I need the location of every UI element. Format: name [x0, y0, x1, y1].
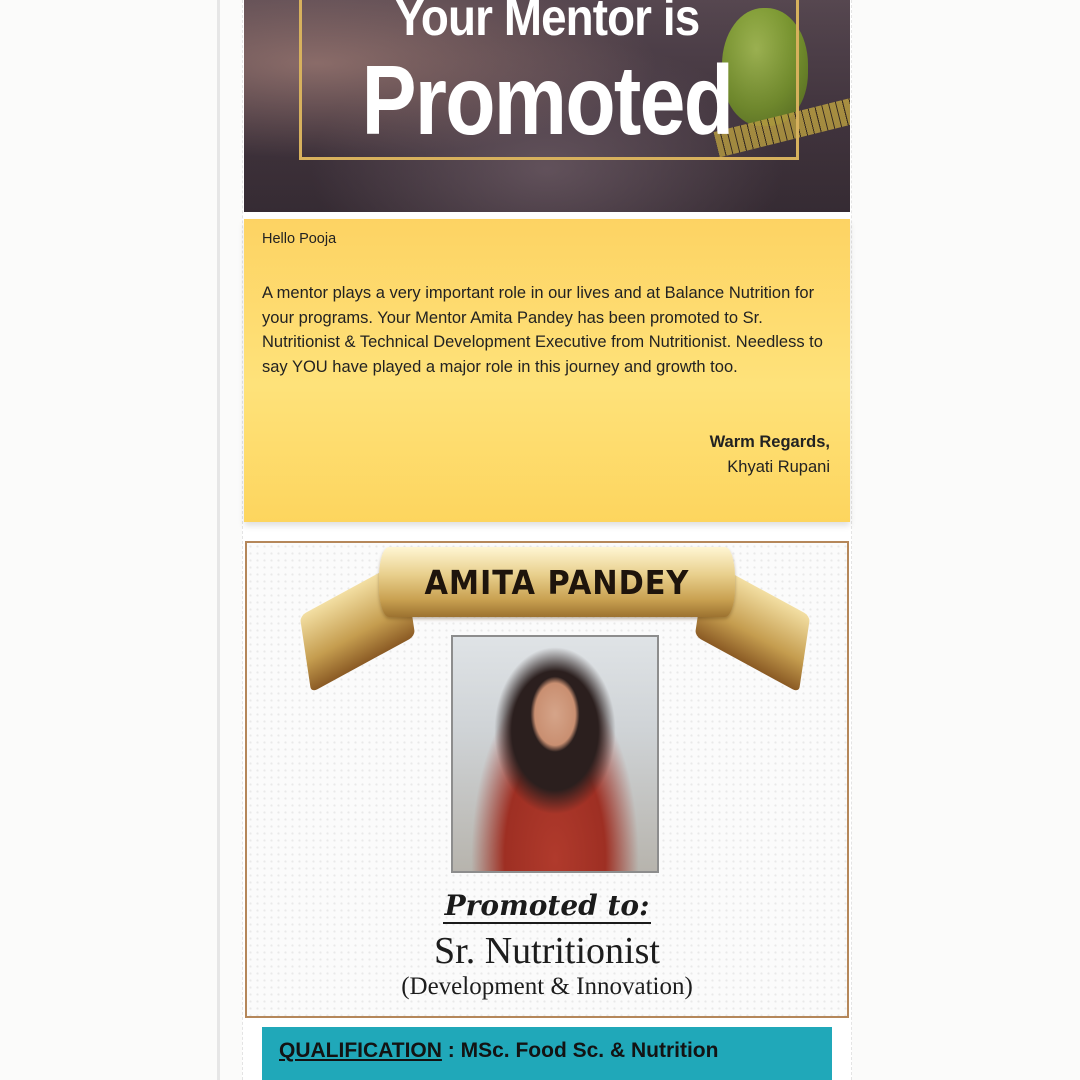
closing-text: Warm Regards, [709, 433, 830, 451]
qualification-bar: QUALIFICATION : MSc. Food Sc. & Nutritio… [262, 1027, 832, 1080]
name-ribbon: AMITA PANDEY [379, 547, 735, 617]
qualification-value: MSc. Food Sc. & Nutrition [460, 1039, 719, 1062]
promoted-to-text: Promoted to: [442, 889, 652, 924]
email-body: Your Mentor is Promoted Hello Pooja A me… [242, 0, 852, 1080]
qualification-separator: : [441, 1039, 461, 1062]
hero-title-line2: Promoted [361, 45, 734, 155]
greeting-text: Hello Pooja [262, 231, 337, 247]
mentor-photo [451, 635, 659, 873]
message-body: A mentor plays a very important role in … [262, 284, 823, 376]
qualification-label: QUALIFICATION [279, 1039, 442, 1062]
hero-banner: Your Mentor is Promoted [244, 0, 850, 212]
page-left-edge [217, 0, 220, 1080]
promoted-to-label: Promoted to: [247, 889, 847, 924]
promotion-card: AMITA PANDEY Promoted to: Sr. Nutritioni… [245, 541, 849, 1018]
signature-name: Khyati Rupani [727, 457, 830, 476]
message-card: Hello Pooja A mentor plays a very import… [244, 219, 850, 522]
role-title: Sr. Nutritionist [434, 930, 660, 972]
hero-title-line1: Your Mentor is [394, 0, 701, 47]
signature-block: Warm Regards, Khyati Rupani [710, 430, 830, 479]
mentor-name: AMITA PANDEY [424, 562, 690, 602]
role-subtitle: (Development & Innovation) [401, 973, 693, 1000]
